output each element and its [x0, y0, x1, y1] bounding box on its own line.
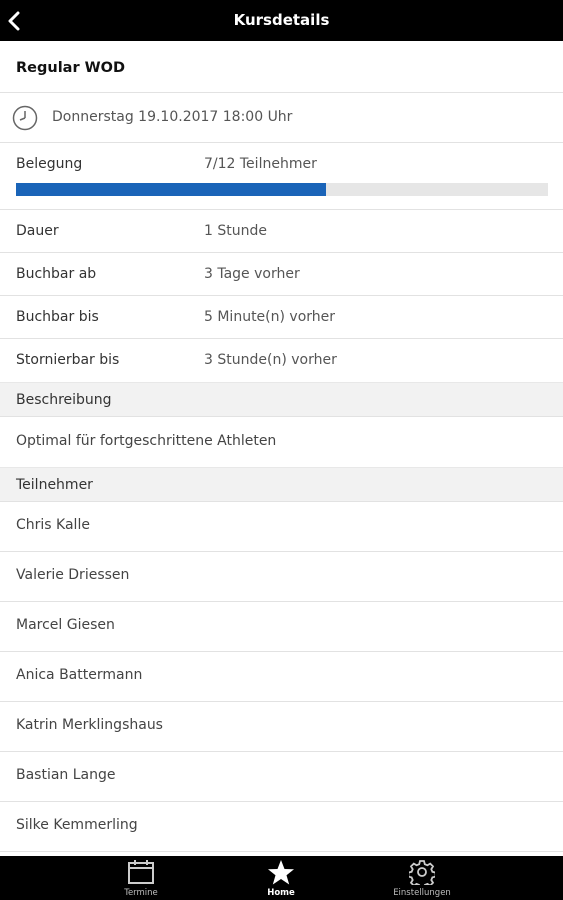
description-header-label: Beschreibung [16, 392, 112, 408]
participant-name: Valerie Driessen [16, 567, 130, 583]
participants-header-label: Teilnehmer [16, 477, 93, 493]
clock-icon [12, 105, 38, 131]
participant-item[interactable]: Anica Battermann [0, 652, 563, 702]
participant-item[interactable]: Silke Kemmerling [0, 802, 563, 852]
detail-row-duration: Dauer 1 Stunde [0, 210, 563, 253]
app-screen: Kursdetails Regular WOD Donnerstag 19.10… [0, 0, 563, 900]
participant-name: Marcel Giesen [16, 617, 115, 633]
detail-label: Buchbar bis [16, 309, 99, 325]
detail-value: 3 Tage vorher [204, 266, 300, 282]
participant-item[interactable]: Katrin Merklingshaus [0, 702, 563, 752]
course-name-row: Regular WOD [0, 41, 563, 93]
detail-value: 1 Stunde [204, 223, 267, 239]
participant-item[interactable]: Valerie Driessen [0, 552, 563, 602]
description-row: Optimal für fortgeschrittene Athleten [0, 417, 563, 467]
occupancy-progress-fill [16, 183, 327, 196]
tab-termine[interactable]: Termine [81, 856, 201, 900]
chevron-left-icon [8, 11, 20, 31]
occupancy-label: Belegung [16, 156, 83, 172]
participant-name: Anica Battermann [16, 667, 143, 683]
participant-item[interactable]: Chris Kalle [0, 502, 563, 552]
occupancy-progress-bar [16, 183, 548, 196]
participants-section-header: Teilnehmer [0, 467, 563, 502]
occupancy-value: 7/12 Teilnehmer [204, 156, 317, 172]
participant-name: Katrin Merklingshaus [16, 717, 163, 733]
course-date-row: Donnerstag 19.10.2017 18:00 Uhr [0, 93, 563, 143]
tab-einstellungen[interactable]: Einstellungen [362, 856, 482, 900]
participant-item[interactable]: Marcel Giesen [0, 602, 563, 652]
detail-row-cancellable-until: Stornierbar bis 3 Stunde(n) vorher [0, 339, 563, 382]
detail-row-bookable-until: Buchbar bis 5 Minute(n) vorher [0, 296, 563, 339]
course-name: Regular WOD [16, 60, 126, 76]
calendar-icon [128, 860, 154, 884]
participant-name: Silke Kemmerling [16, 817, 138, 833]
participant-name: Chris Kalle [16, 517, 90, 533]
detail-value: 3 Stunde(n) vorher [204, 352, 337, 368]
gear-icon [409, 860, 435, 885]
detail-label: Buchbar ab [16, 266, 97, 282]
top-bar: Kursdetails [0, 0, 563, 41]
participant-name: Bastian Lange [16, 767, 116, 783]
description-text: Optimal für fortgeschrittene Athleten [16, 433, 277, 449]
detail-value: 5 Minute(n) vorher [204, 309, 336, 325]
detail-row-bookable-from: Buchbar ab 3 Tage vorher [0, 253, 563, 296]
tab-label: Termine [124, 888, 158, 898]
detail-label: Stornierbar bis [16, 352, 120, 368]
course-details: Regular WOD Donnerstag 19.10.2017 18:00 … [0, 41, 563, 856]
tab-home[interactable]: Home [221, 856, 341, 900]
detail-label: Dauer [16, 223, 59, 239]
course-datetime: Donnerstag 19.10.2017 18:00 Uhr [52, 109, 293, 125]
back-button[interactable] [0, 0, 32, 41]
star-icon [268, 860, 294, 885]
participant-item[interactable]: Bastian Lange [0, 752, 563, 802]
description-section-header: Beschreibung [0, 382, 563, 417]
tab-label: Einstellungen [393, 888, 451, 898]
page-title: Kursdetails [233, 11, 330, 29]
bottom-tab-bar: Termine Home Einstellungen [0, 856, 563, 900]
tab-label: Home [267, 888, 295, 898]
occupancy-row: Belegung 7/12 Teilnehmer [0, 143, 563, 210]
